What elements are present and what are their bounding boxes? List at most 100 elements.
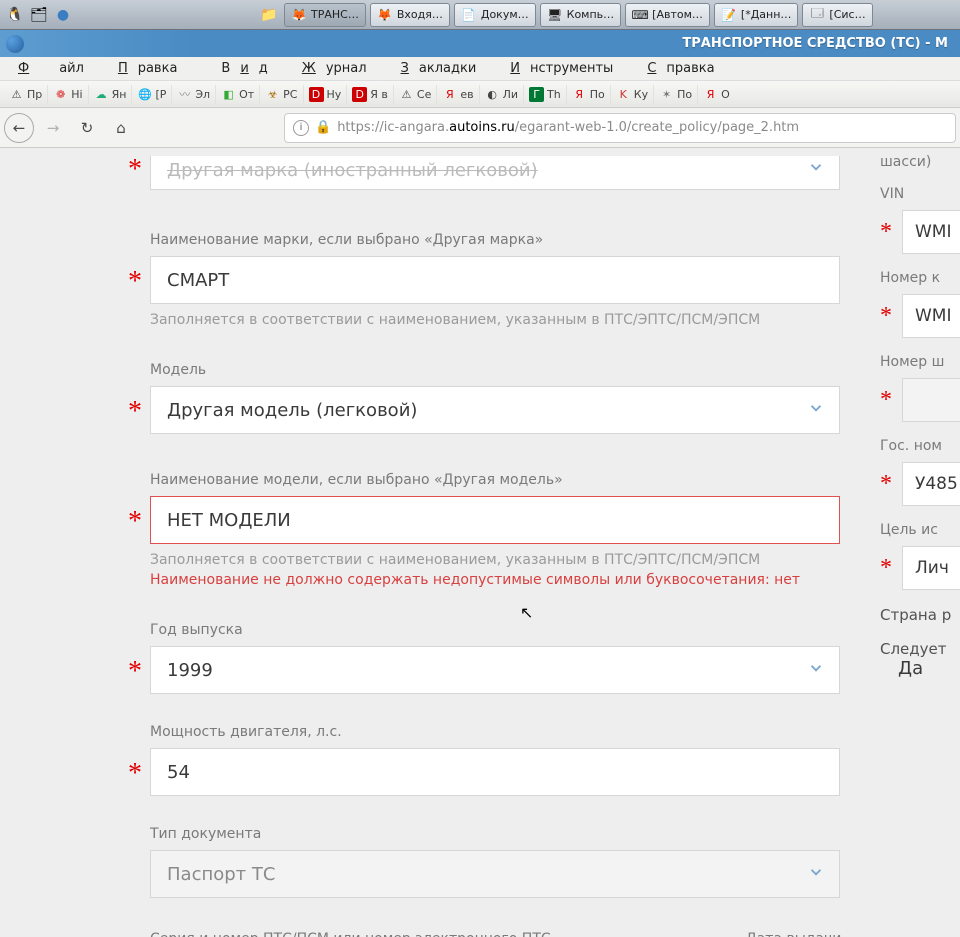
nav-back-button[interactable]: ← bbox=[4, 113, 34, 143]
bookmark-icon: Я bbox=[442, 87, 457, 102]
bookmark-item[interactable]: DНу bbox=[304, 85, 348, 104]
doc-type-select[interactable]: Паспорт ТС bbox=[150, 850, 840, 898]
bookmark-label: ев bbox=[460, 88, 473, 101]
bookmark-item[interactable]: ☣РС bbox=[260, 85, 303, 104]
bookmark-icon: ◧ bbox=[221, 87, 236, 102]
bookmark-item[interactable]: ЯО bbox=[698, 85, 735, 104]
taskbar-button-label: [Сис… bbox=[829, 8, 865, 21]
app-icon: 🗔 bbox=[809, 7, 825, 23]
menu-tools[interactable]: Инструменты bbox=[500, 59, 633, 78]
menu-edit[interactable]: Правка bbox=[108, 59, 197, 78]
bookmark-icon: ☁ bbox=[94, 87, 109, 102]
power-label: Мощность двигателя, л.с. bbox=[150, 724, 855, 740]
file-manager-icon[interactable]: 🗂 bbox=[28, 4, 50, 26]
model-name-label: Наименование модели, если выбрано «Друга… bbox=[150, 472, 855, 488]
doc-type-value: Паспорт ТС bbox=[167, 864, 275, 885]
taskbar-button[interactable]: 🗔 [Сис… bbox=[802, 3, 872, 27]
model-name-error: Наименование не должно содержать недопус… bbox=[150, 572, 855, 588]
brand-other-select[interactable]: Другая марка (иностранный легковой) bbox=[150, 156, 840, 190]
os-launcher: 🐧 🗂 ● 📁 bbox=[0, 0, 284, 29]
taskbar-button-label: Докум… bbox=[481, 8, 529, 21]
bookmark-item[interactable]: ◧От bbox=[216, 85, 260, 104]
year-select[interactable]: 1999 bbox=[150, 646, 840, 694]
bookmark-item[interactable]: Яев bbox=[437, 85, 479, 104]
browser-menubar: Файл Правка Вид Журнал Закладки Инструме… bbox=[0, 57, 960, 81]
start-menu-icon[interactable]: 🐧 bbox=[4, 4, 26, 26]
menu-file[interactable]: Файл bbox=[8, 59, 104, 78]
bookmark-item[interactable]: ◐Ли bbox=[480, 85, 524, 104]
bookmark-icon: D bbox=[309, 87, 324, 102]
bookmark-item[interactable]: DЯ в bbox=[347, 85, 394, 104]
bookmark-icon: Я bbox=[703, 87, 718, 102]
doc-type-label: Тип документа bbox=[150, 826, 855, 842]
taskbar-button[interactable]: 🦊Входя… bbox=[370, 3, 450, 27]
bookmark-item[interactable]: ГТh bbox=[524, 85, 567, 104]
year-label: Год выпуска bbox=[150, 622, 855, 638]
bookmark-label: Hi bbox=[71, 88, 82, 101]
field-model: Модель * Другая модель (легковой) bbox=[120, 354, 855, 442]
bookmark-item[interactable]: ✶По bbox=[654, 85, 698, 104]
bookmark-icon: 〰 bbox=[177, 87, 192, 102]
browser-dot-icon[interactable]: ● bbox=[52, 4, 74, 26]
folder-open-icon[interactable]: 📁 bbox=[258, 4, 280, 26]
vin-input[interactable]: WMI bbox=[902, 210, 960, 254]
bookmark-item[interactable]: ЯПо bbox=[567, 85, 611, 104]
body-no-input[interactable]: WMI bbox=[902, 294, 960, 338]
taskbar-button[interactable]: 📄 Докум… bbox=[454, 3, 536, 27]
chassis-label: шасси) bbox=[880, 154, 960, 170]
site-info-icon[interactable]: i bbox=[293, 120, 309, 136]
menu-history[interactable]: Журнал bbox=[292, 59, 387, 78]
page-content: * Другая марка (иностранный легковой) На… bbox=[0, 148, 960, 937]
required-marker: * bbox=[128, 398, 142, 426]
menu-bookmarks[interactable]: Закладки bbox=[391, 59, 497, 78]
vin-label: VIN bbox=[880, 186, 960, 202]
power-input[interactable]: 54 bbox=[150, 748, 840, 796]
taskbar-button[interactable]: ⌨[Автом… bbox=[625, 3, 710, 27]
bookmark-label: Ян bbox=[112, 88, 127, 101]
taskbar-button[interactable]: 🦊ТРАНС… bbox=[284, 3, 366, 27]
bookmark-item[interactable]: ☁Ян bbox=[89, 85, 133, 104]
taskbar-button-label: [*Данн… bbox=[741, 8, 792, 21]
model-name-input[interactable]: НЕТ МОДЕЛИ bbox=[150, 496, 840, 544]
taskbar-button[interactable]: 🖥Компь… bbox=[540, 3, 622, 27]
nav-reload-button[interactable]: ↻ bbox=[72, 113, 102, 143]
required-marker: * bbox=[128, 760, 142, 788]
bookmark-label: Ли bbox=[503, 88, 518, 101]
field-doc-series: Серия и номер ПТС/ПСМ или номер электрон… bbox=[120, 920, 855, 937]
app-icon: 📝 bbox=[721, 7, 737, 23]
gos-no-input[interactable]: У485 bbox=[902, 462, 960, 506]
menu-help[interactable]: Справка bbox=[637, 59, 734, 78]
bookmark-item[interactable]: ⚠Пр bbox=[4, 85, 48, 104]
bookmark-icon: 🌐 bbox=[137, 87, 152, 102]
doc-date-label: Дата выдачи bbox=[746, 931, 842, 937]
purpose-select[interactable]: Лич bbox=[902, 546, 960, 590]
required-marker: * bbox=[880, 303, 892, 330]
field-year: Год выпуска * 1999 bbox=[120, 614, 855, 702]
brand-name-input[interactable]: СМАРТ bbox=[150, 256, 840, 304]
field-doc-type: Тип документа Паспорт ТС bbox=[120, 818, 855, 906]
chassis-no-label: Номер ш bbox=[880, 354, 960, 370]
required-marker: * bbox=[880, 387, 892, 414]
chassis-no-input[interactable] bbox=[902, 378, 960, 422]
bookmark-label: Се bbox=[417, 88, 431, 101]
field-model-name: Наименование модели, если выбрано «Друга… bbox=[120, 464, 855, 596]
bookmark-item[interactable]: KКу bbox=[611, 85, 654, 104]
bookmark-item[interactable]: ⚠Се bbox=[394, 85, 437, 104]
bookmark-label: Тh bbox=[547, 88, 561, 101]
bookmark-item[interactable]: 〰Эл bbox=[172, 85, 216, 104]
bookmark-item[interactable]: ❁Hi bbox=[48, 85, 88, 104]
app-icon: 📄 bbox=[461, 7, 477, 23]
address-bar[interactable]: i 🔒 https://ic-angara.autoins.ru/egarant… bbox=[284, 113, 956, 143]
bookmark-icon: Г bbox=[529, 87, 544, 102]
nav-home-button[interactable]: ⌂ bbox=[106, 113, 136, 143]
model-select[interactable]: Другая модель (легковой) bbox=[150, 386, 840, 434]
menu-view[interactable]: Вид bbox=[201, 59, 287, 78]
field-brand-name: Наименование марки, если выбрано «Другая… bbox=[120, 224, 855, 336]
bookmark-label: Пр bbox=[27, 88, 42, 101]
bookmark-label: [Р bbox=[155, 88, 166, 101]
required-marker: * bbox=[128, 658, 142, 686]
bookmark-item[interactable]: 🌐[Р bbox=[132, 85, 172, 104]
bookmark-label: По bbox=[590, 88, 605, 101]
taskbar-button[interactable]: 📝 [*Данн… bbox=[714, 3, 799, 27]
nav-forward-button[interactable]: → bbox=[38, 113, 68, 143]
